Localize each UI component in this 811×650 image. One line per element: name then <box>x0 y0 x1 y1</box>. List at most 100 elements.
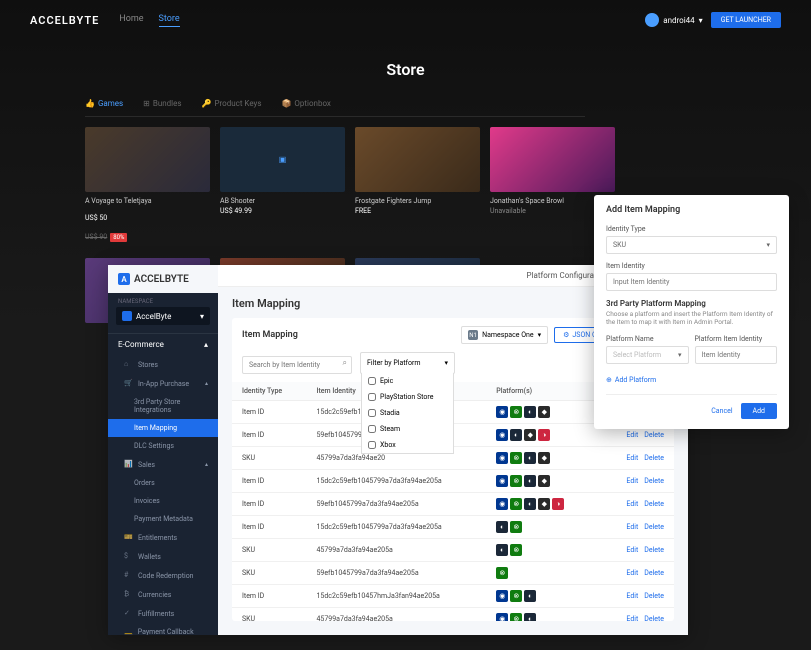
sidebar-item-wallets[interactable]: $Wallets <box>108 547 218 566</box>
search-input[interactable] <box>242 356 352 374</box>
platform-icon-xb: ⊗ <box>510 544 522 556</box>
get-launcher-button[interactable]: GET LAUNCHER <box>711 12 781 28</box>
delete-link[interactable]: Delete <box>644 477 664 485</box>
namespace-dropdown[interactable]: N1Namespace One▾ <box>461 326 548 344</box>
fulfillment-icon: ✓ <box>124 609 133 618</box>
tab-games[interactable]: 👍Games <box>85 99 123 108</box>
tab-bundles[interactable]: ⊞Bundles <box>143 99 181 108</box>
cell-type: Item ID <box>232 401 306 424</box>
platform-icon-xb: ⊗ <box>510 475 522 487</box>
sidebar-item-stores[interactable]: ⌂Stores <box>108 355 218 374</box>
add-submit-button[interactable]: Add <box>741 403 777 419</box>
filter-checkbox[interactable] <box>368 377 376 385</box>
sidebar-item-sales[interactable]: 📊Sales▴ <box>108 455 218 474</box>
filter-checkbox[interactable] <box>368 409 376 417</box>
edit-link[interactable]: Edit <box>626 546 638 554</box>
filter-checkbox[interactable] <box>368 393 376 401</box>
platform-icon-ps: ◉ <box>496 613 508 621</box>
filter-option[interactable]: Xbox <box>362 437 453 453</box>
sidebar-item-3rd-party[interactable]: 3rd Party Store Integrations <box>108 393 218 419</box>
platform-icon-ep: ◆ <box>524 429 536 441</box>
filter-checkbox[interactable] <box>368 441 376 449</box>
cell-platforms: ◉⊗◐ <box>486 608 595 622</box>
edit-link[interactable]: Edit <box>626 500 638 508</box>
delete-link[interactable]: Delete <box>644 592 664 600</box>
edit-link[interactable]: Edit <box>626 454 638 462</box>
platform-name-select[interactable]: Select Platform▾ <box>606 346 689 364</box>
cancel-button[interactable]: Cancel <box>711 403 732 419</box>
sidebar-item-code-redemption[interactable]: #Code Redemption <box>108 566 218 585</box>
identity-type-select[interactable]: SKU▾ <box>606 236 777 254</box>
cell-type: SKU <box>232 562 306 585</box>
cell-platforms: ◉⊗◐◆ <box>486 447 595 470</box>
delete-link[interactable]: Delete <box>644 546 664 554</box>
namespace-select[interactable]: AccelByte ▾ <box>116 307 210 325</box>
sidebar-item-orders[interactable]: Orders <box>108 474 218 492</box>
edit-link[interactable]: Edit <box>626 431 638 439</box>
filter-checkbox[interactable] <box>368 425 376 433</box>
add-platform-link[interactable]: ⊕Add Platform <box>606 376 777 384</box>
filter-option[interactable]: Stadia <box>362 405 453 421</box>
sidebar-item-payment-cb[interactable]: 💳Payment Callback Configuration <box>108 623 218 635</box>
platform-identity-input[interactable] <box>695 346 778 364</box>
sidebar-item-fulfillments[interactable]: ✓Fulfillments <box>108 604 218 623</box>
delete-link[interactable]: Delete <box>644 569 664 577</box>
section-ecommerce[interactable]: E-Commerce▴ <box>108 333 218 355</box>
cell-platforms: ◐⊗ <box>486 539 595 562</box>
table-row: Item ID15dc2c59efb1045799a7da3fa94ae205a… <box>232 516 674 539</box>
bg-username: androi44 <box>663 16 694 25</box>
filter-option[interactable]: Epic <box>362 373 453 389</box>
edit-link[interactable]: Edit <box>626 569 638 577</box>
plus-icon: ⊕ <box>606 376 612 384</box>
add-item-mapping-modal: Add Item Mapping Identity Type SKU▾ Item… <box>594 195 789 429</box>
game-card[interactable]: Frostgate Fighters Jump FREE <box>355 127 480 243</box>
sidebar-item-iap[interactable]: 🛒In-App Purchase▴ <box>108 374 218 393</box>
game-card[interactable]: ▣ AB Shooter US$ 49.99 <box>220 127 345 243</box>
delete-link[interactable]: Delete <box>644 454 664 462</box>
cell-platforms: ◉⊗◐◆ <box>486 470 595 493</box>
edit-link[interactable]: Edit <box>626 592 638 600</box>
filter-option[interactable]: PlayStation Store <box>362 389 453 405</box>
entitlement-icon: 🎫 <box>124 533 133 542</box>
delete-link[interactable]: Delete <box>644 615 664 621</box>
platform-icon-st: ◐ <box>496 521 508 533</box>
bg-page-title: Store <box>0 60 811 79</box>
tab-product-keys[interactable]: 🔑Product Keys <box>202 99 262 108</box>
sidebar-item-item-mapping[interactable]: Item Mapping <box>108 419 218 437</box>
delete-link[interactable]: Delete <box>644 500 664 508</box>
sidebar-item-currencies[interactable]: ₿Currencies <box>108 585 218 604</box>
currency-icon: ₿ <box>124 590 133 599</box>
filter-platform-dropdown[interactable]: Filter by Platform▾ EpicPlayStation Stor… <box>360 352 455 374</box>
game-card[interactable]: A Voyage to Teletjaya US$ 50 US$ 9080% <box>85 127 210 243</box>
edit-link[interactable]: Edit <box>626 477 638 485</box>
edit-link[interactable]: Edit <box>626 523 638 531</box>
bg-nav-home[interactable]: Home <box>119 14 143 27</box>
delete-link[interactable]: Delete <box>644 523 664 531</box>
platform-icon-ps: ◉ <box>496 406 508 418</box>
platform-identity-label: Platform Item Identity <box>695 335 778 343</box>
bg-nav-store[interactable]: Store <box>159 14 180 27</box>
platform-icon-st: ◐ <box>524 406 536 418</box>
cell-identity: 15dc2c59efb10457hmJa3fan94ae205a <box>306 585 486 608</box>
item-identity-input[interactable] <box>606 273 777 291</box>
platform-icon-ps: ◉ <box>496 429 508 441</box>
filter-option[interactable]: Steam <box>362 421 453 437</box>
sidebar-item-payment-meta[interactable]: Payment Metadata <box>108 510 218 528</box>
edit-link[interactable]: Edit <box>626 615 638 621</box>
store-icon: ⌂ <box>124 360 133 369</box>
admin-logo: A ACCELBYTE <box>108 265 218 293</box>
bg-user-chip[interactable]: androi44 ▾ <box>645 13 702 27</box>
cell-type: Item ID <box>232 516 306 539</box>
tab-optionbox[interactable]: 📦Optionbox <box>281 99 330 108</box>
sidebar-item-dlc[interactable]: DLC Settings <box>108 437 218 455</box>
sidebar-item-invoices[interactable]: Invoices <box>108 492 218 510</box>
platform-icon-ps: ◉ <box>496 590 508 602</box>
platform-icon-ps: ◉ <box>496 452 508 464</box>
platform-icon-st: ◐ <box>524 590 536 602</box>
platform-icon-xb: ⊗ <box>510 590 522 602</box>
platform-icon-xb: ⊗ <box>510 613 522 621</box>
sidebar-item-entitlements[interactable]: 🎫Entitlements <box>108 528 218 547</box>
cell-identity: 15dc2c59efb1045799a7da3fa94ae205a <box>306 516 486 539</box>
table-row: Item ID59efb1045799a7da3fa94ae205a◉⊗◐◆◑E… <box>232 493 674 516</box>
delete-link[interactable]: Delete <box>644 431 664 439</box>
